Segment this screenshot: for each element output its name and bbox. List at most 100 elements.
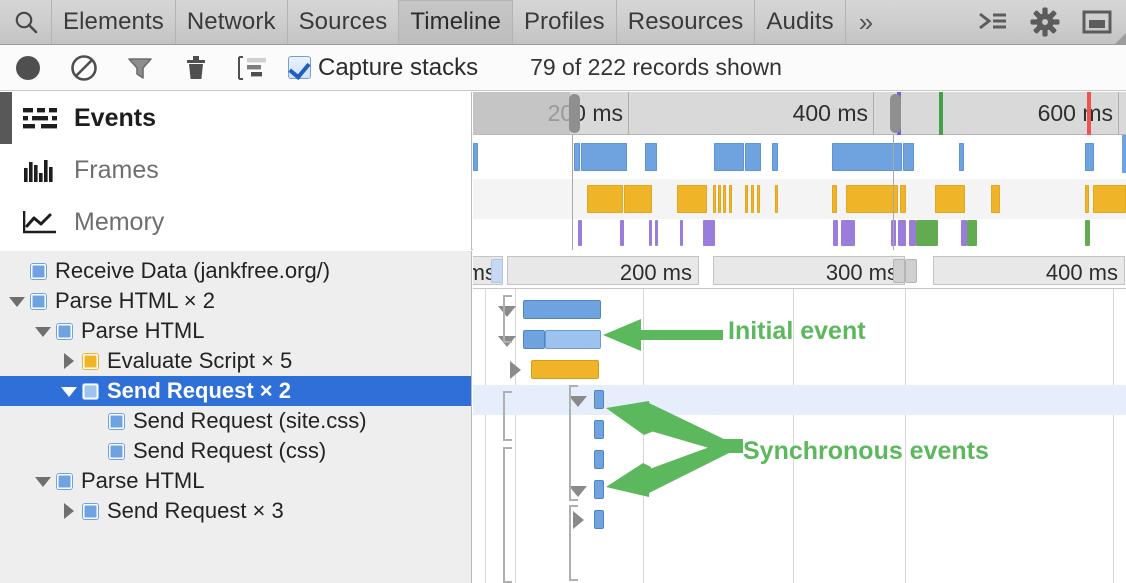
- search-icon[interactable]: [0, 0, 52, 44]
- frames-icon: [14, 158, 66, 182]
- tab-sources[interactable]: Sources: [288, 0, 400, 44]
- ruler-thumb[interactable]: [491, 259, 503, 283]
- console-drawer-icon[interactable]: [976, 5, 1010, 39]
- overview-bar: [620, 220, 624, 246]
- capture-stacks-checkbox[interactable]: [288, 56, 311, 79]
- overview-bar: [833, 220, 838, 246]
- overview-scrollbar[interactable]: [1122, 135, 1126, 173]
- detail-ruler[interactable]: ms200 ms300 ms400 ms: [473, 251, 1126, 289]
- tree-row-label: Parse HTML: [81, 468, 204, 494]
- records-tree[interactable]: Receive Data (jankfree.org/)Parse HTML ×…: [0, 251, 472, 583]
- sidebar-item-memory[interactable]: Memory: [0, 196, 472, 248]
- overview-bar: [473, 143, 478, 171]
- tree-row[interactable]: Send Request (site.css): [0, 406, 472, 436]
- tree-row-label: Receive Data (jankfree.org/): [55, 258, 330, 284]
- tree-row[interactable]: Send Request × 2: [0, 376, 472, 406]
- tree-row[interactable]: Parse HTML: [0, 466, 472, 496]
- overview-bar: [581, 143, 627, 171]
- tree-row[interactable]: Send Request (css): [0, 436, 472, 466]
- overview-bar: [677, 185, 707, 213]
- overview-bar: [991, 185, 1000, 213]
- clear-icon[interactable]: [56, 45, 112, 91]
- disclosure-triangle-down-icon[interactable]: [34, 322, 52, 340]
- tree-row-label: Evaluate Script × 5: [107, 348, 292, 374]
- disclosure-triangle-right-icon[interactable]: [568, 510, 588, 530]
- ruler-segment-label: 200 ms: [620, 260, 692, 286]
- capture-stacks-label: Capture stacks: [318, 54, 478, 82]
- overview-bar: [935, 185, 965, 213]
- event-bar[interactable]: [594, 510, 604, 529]
- ruler-segment-label: 400 ms: [1046, 260, 1118, 286]
- tree-spacer: [8, 262, 26, 280]
- overview-bar: [729, 185, 732, 213]
- filter-icon[interactable]: [112, 45, 168, 91]
- resize-grip[interactable]: [1110, 30, 1126, 44]
- overview-bar: [655, 220, 658, 246]
- records-timeline-rows[interactable]: ms200 ms300 ms400 ms Initial event: [473, 251, 1126, 583]
- annotation-synchronous-events: Synchronous events: [743, 437, 989, 466]
- overview-ruler[interactable]: 200 ms 400 ms 600 ms: [473, 92, 1126, 135]
- tab-elements[interactable]: Elements: [52, 0, 176, 44]
- overview-bar: [832, 143, 902, 171]
- devtools-window: Elements Network Sources Timeline Profil…: [0, 0, 1126, 583]
- tab-audits[interactable]: Audits: [755, 0, 845, 44]
- category-swatch-icon: [109, 444, 124, 459]
- tab-resources[interactable]: Resources: [617, 0, 756, 44]
- flame-chart-icon[interactable]: [224, 45, 280, 91]
- tree-row-label: Send Request (css): [133, 438, 326, 464]
- ruler-segment[interactable]: 200 ms: [507, 256, 699, 285]
- overview-bar: [703, 220, 715, 246]
- tabbar-spacer: [886, 0, 976, 44]
- overview-bar: [775, 185, 778, 213]
- tree-row-label: Send Request × 3: [107, 498, 284, 524]
- tree-row[interactable]: Receive Data (jankfree.org/): [0, 256, 472, 286]
- overview-bar: [645, 143, 657, 171]
- trash-icon[interactable]: [168, 45, 224, 91]
- sidebar-item-label: Memory: [74, 208, 164, 237]
- tree-row[interactable]: Send Request × 3: [0, 496, 472, 526]
- overview-bar: [1085, 185, 1089, 213]
- nesting-bracket: [569, 505, 571, 581]
- overview-bar: [900, 185, 906, 213]
- tab-label: Network: [187, 8, 276, 36]
- ruler-thumb[interactable]: [905, 259, 917, 283]
- category-swatch-icon: [83, 384, 98, 399]
- record-icon[interactable]: [0, 45, 56, 91]
- ruler-segment[interactable]: 300 ms: [713, 256, 905, 285]
- disclosure-triangle-down-icon[interactable]: [34, 472, 52, 490]
- tabbar-actions: [976, 0, 1126, 44]
- disclosure-triangle-right-icon[interactable]: [60, 352, 78, 370]
- tab-label: Elements: [63, 8, 164, 36]
- tree-row[interactable]: Evaluate Script × 5: [0, 346, 472, 376]
- ruler-thumb[interactable]: [893, 259, 905, 283]
- disclosure-triangle-right-icon[interactable]: [60, 502, 78, 520]
- more-tabs-button[interactable]: »: [846, 0, 887, 44]
- overview-marker: [939, 92, 943, 135]
- overview-bar: [718, 185, 721, 213]
- category-swatch-icon: [83, 504, 98, 519]
- overview-window-divider: [893, 135, 894, 250]
- dock-window-icon[interactable]: [1080, 5, 1114, 39]
- tab-timeline[interactable]: Timeline: [399, 0, 513, 44]
- overview-tick: 600 ms: [1118, 92, 1119, 135]
- tab-network[interactable]: Network: [176, 0, 288, 44]
- disclosure-triangle-down-icon[interactable]: [8, 292, 26, 310]
- tree-row[interactable]: Parse HTML × 2: [0, 286, 472, 316]
- ruler-segment[interactable]: 400 ms: [933, 256, 1125, 285]
- gear-icon[interactable]: [1028, 5, 1062, 39]
- category-swatch-icon: [109, 414, 124, 429]
- overview-window-handle-left[interactable]: [569, 94, 580, 133]
- sidebar-item-events[interactable]: Events: [0, 92, 472, 144]
- overview-bar: [841, 220, 855, 246]
- overview-bar: [745, 185, 748, 213]
- tab-profiles[interactable]: Profiles: [513, 0, 617, 44]
- tree-row[interactable]: Parse HTML: [0, 316, 472, 346]
- sidebar-item-frames[interactable]: Frames: [0, 144, 472, 196]
- records-shown-status: 79 of 222 records shown: [530, 54, 782, 81]
- overview-window-handle-right[interactable]: [890, 94, 901, 133]
- overview-graph[interactable]: 200 ms 400 ms 600 ms: [473, 92, 1126, 250]
- overview-bar: [916, 220, 938, 246]
- disclosure-triangle-down-icon[interactable]: [60, 382, 78, 400]
- category-swatch-icon: [57, 474, 72, 489]
- capture-stacks-control[interactable]: Capture stacks: [288, 54, 478, 82]
